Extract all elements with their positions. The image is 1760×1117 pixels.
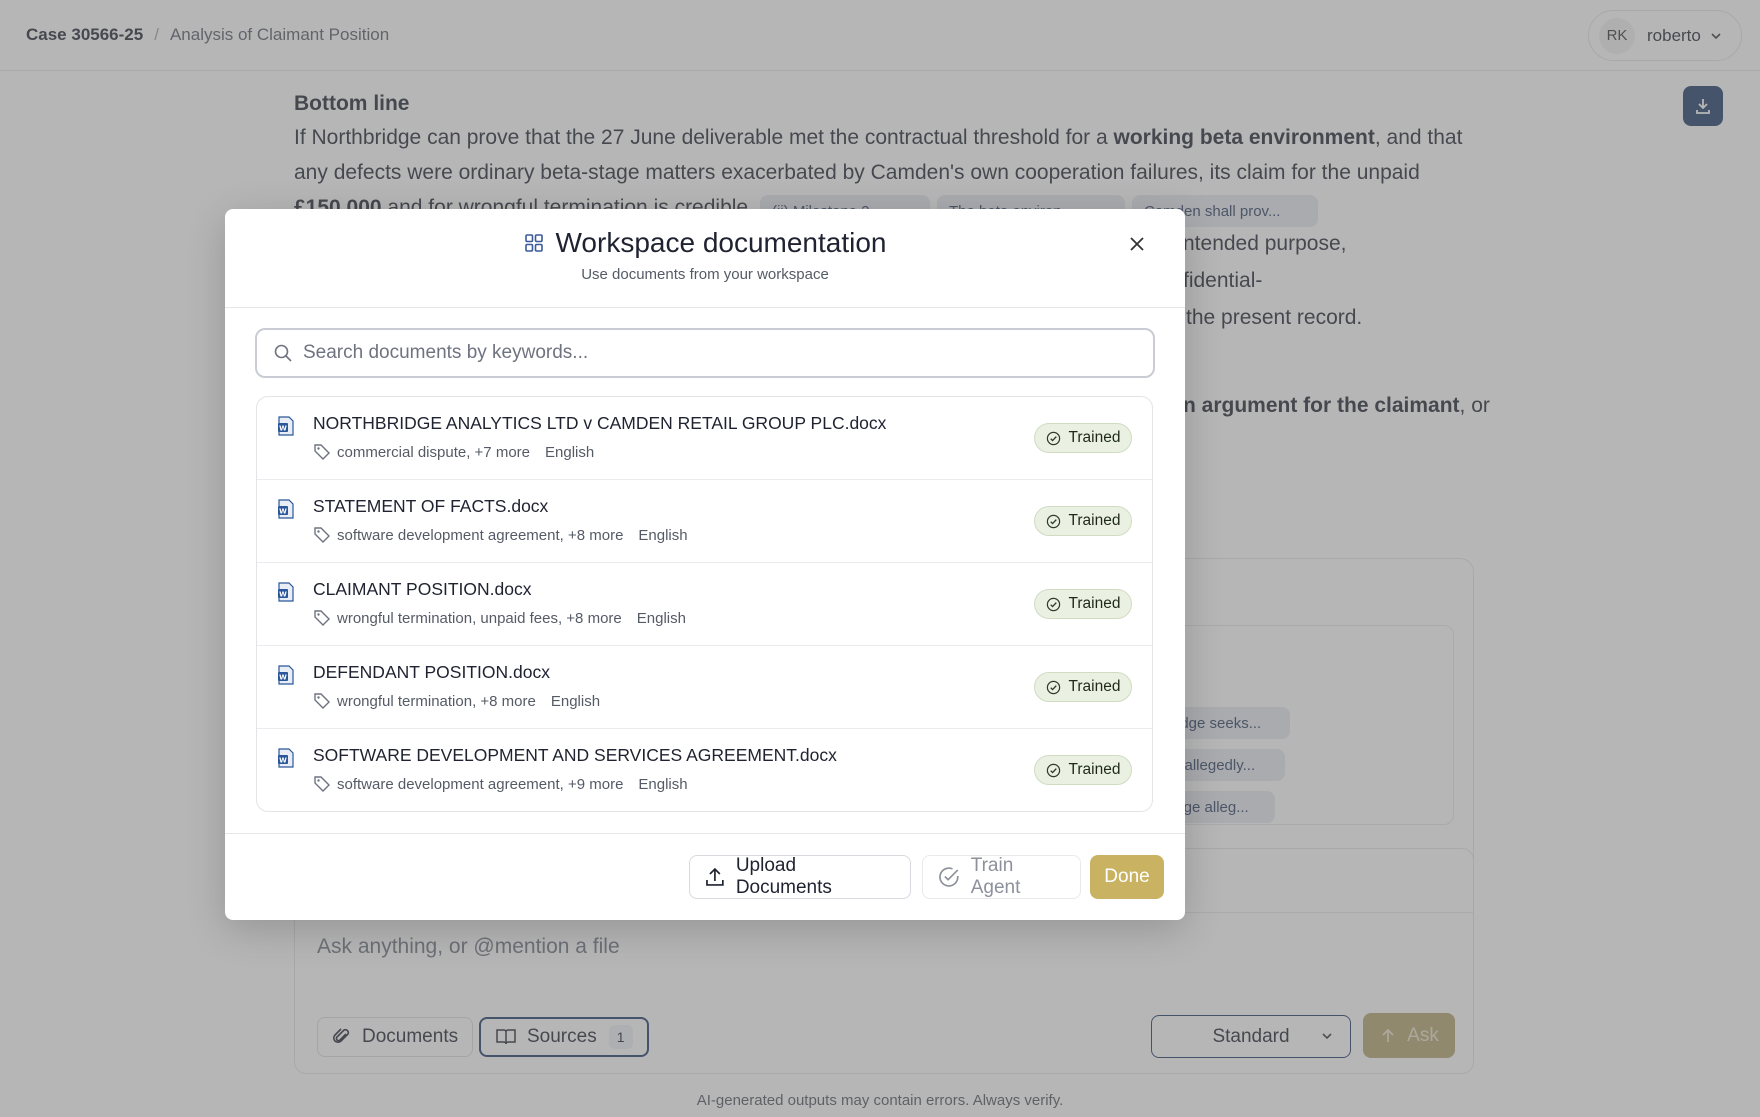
word-document-icon: W: [278, 665, 294, 685]
search-icon: [274, 344, 292, 362]
document-tags: commercial dispute, +7 more: [337, 443, 530, 461]
tag-icon: [314, 610, 330, 626]
document-name: SOFTWARE DEVELOPMENT AND SERVICES AGREEM…: [313, 745, 837, 765]
check-circle-icon: [1046, 763, 1060, 777]
document-language: English: [638, 526, 688, 544]
modal-subtitle: Use documents from your workspace: [581, 266, 829, 283]
status-badge: Trained: [1034, 589, 1132, 619]
document-row[interactable]: W STATEMENT OF FACTS.docx software devel…: [257, 480, 1152, 563]
word-document-icon: W: [278, 748, 294, 768]
svg-text:W: W: [279, 425, 287, 433]
check-circle-icon: [1046, 680, 1060, 694]
tag-icon: [314, 776, 330, 792]
svg-text:W: W: [279, 508, 287, 516]
status-badge: Trained: [1034, 755, 1132, 785]
workspace-documentation-modal: Workspace documentation Use documents fr…: [225, 209, 1185, 920]
document-row[interactable]: W NORTHBRIDGE ANALYTICS LTD v CAMDEN RET…: [257, 397, 1152, 480]
modal-header: Workspace documentation Use documents fr…: [225, 209, 1185, 308]
word-document-icon: W: [278, 582, 294, 602]
search-input[interactable]: [303, 342, 1123, 364]
grid-icon: [524, 234, 543, 252]
document-search-field[interactable]: [255, 328, 1155, 378]
document-language: English: [545, 443, 595, 461]
tag-icon: [314, 444, 330, 460]
svg-text:W: W: [279, 674, 287, 682]
upload-documents-button[interactable]: Upload Documents: [689, 855, 911, 899]
train-agent-button[interactable]: Train Agent: [922, 855, 1081, 899]
document-language: English: [550, 692, 601, 710]
document-language: English: [636, 609, 686, 627]
check-circle-icon: [1046, 597, 1060, 611]
document-name: STATEMENT OF FACTS.docx: [313, 496, 549, 516]
tag-icon: [314, 527, 330, 543]
word-document-icon: W: [278, 499, 294, 519]
svg-text:W: W: [279, 591, 287, 599]
document-tags: software development agreement, +8 more: [337, 526, 624, 544]
tag-icon: [314, 693, 330, 709]
document-tags: software development agreement, +9 more: [337, 775, 624, 793]
upload-icon: [706, 867, 724, 886]
check-circle-icon: [1046, 431, 1060, 445]
document-name: DEFENDANT POSITION.docx: [313, 662, 550, 682]
document-name: NORTHBRIDGE ANALYTICS LTD v CAMDEN RETAI…: [313, 413, 887, 433]
document-name: CLAIMANT POSITION.docx: [313, 579, 532, 599]
document-row[interactable]: W SOFTWARE DEVELOPMENT AND SERVICES AGRE…: [257, 729, 1152, 811]
done-button[interactable]: Done: [1090, 855, 1164, 899]
check-circle-icon: [939, 867, 959, 887]
document-row[interactable]: W CLAIMANT POSITION.docx wrongful termin…: [257, 563, 1152, 646]
status-badge: Trained: [1034, 506, 1132, 536]
document-language: English: [638, 775, 688, 793]
modal-title: Workspace documentation: [555, 227, 887, 258]
document-row[interactable]: W DEFENDANT POSITION.docx wrongful termi…: [257, 646, 1152, 729]
close-button[interactable]: [1125, 232, 1149, 256]
svg-text:W: W: [279, 757, 287, 765]
document-tags: wrongful termination, +8 more: [337, 692, 536, 710]
document-list: W NORTHBRIDGE ANALYTICS LTD v CAMDEN RET…: [256, 396, 1153, 812]
close-icon: [1130, 237, 1144, 251]
document-tags: wrongful termination, unpaid fees, +8 mo…: [337, 609, 622, 627]
status-badge: Trained: [1034, 423, 1132, 453]
check-circle-icon: [1046, 514, 1060, 528]
word-document-icon: W: [278, 416, 294, 436]
modal-footer: Upload Documents Train Agent Done: [225, 833, 1185, 920]
status-badge: Trained: [1034, 672, 1132, 702]
